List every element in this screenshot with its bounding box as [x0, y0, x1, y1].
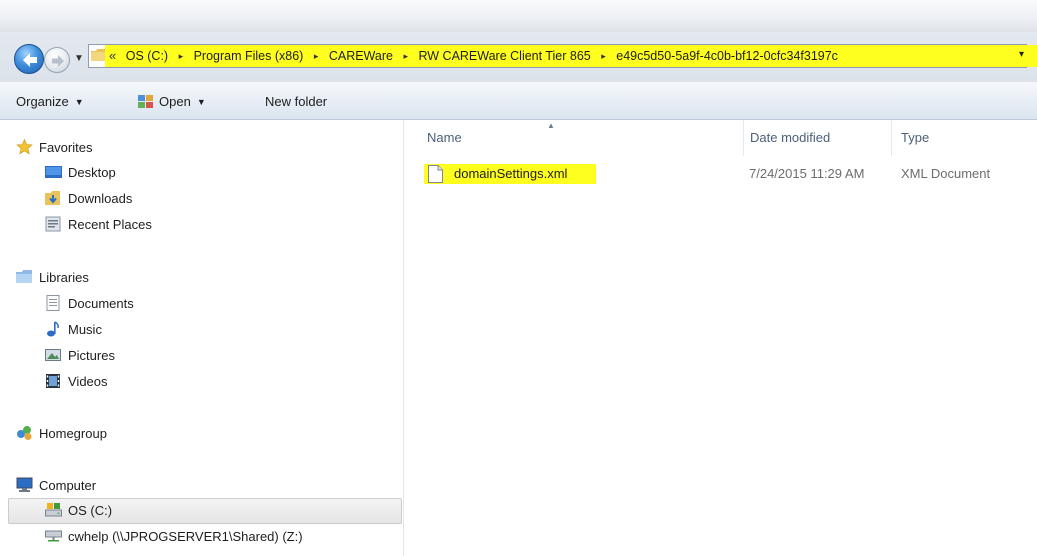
homegroup-icon [17, 426, 32, 440]
nav-item-label: Downloads [68, 191, 133, 206]
chevron-down-icon: ▼ [74, 97, 84, 107]
nav-item-label: Pictures [68, 348, 115, 363]
pictures-icon [45, 349, 61, 361]
network-drive-icon [45, 530, 62, 542]
forward-button[interactable] [44, 47, 70, 73]
nav-item-desktop[interactable]: Desktop [45, 162, 116, 184]
documents-icon [46, 295, 60, 311]
nav-libraries[interactable]: Libraries [16, 267, 89, 289]
command-toolbar: Organize ▼ Open ▼ New folder [0, 82, 1037, 120]
downloads-icon [45, 191, 60, 205]
back-arrow-icon [23, 53, 37, 67]
column-header-date-modified[interactable]: Date modified [750, 130, 830, 145]
organize-button[interactable]: Organize ▼ [16, 94, 84, 109]
organize-label: Organize [16, 94, 69, 109]
nav-homegroup-label: Homegroup [39, 426, 107, 441]
nav-item-label: Videos [68, 374, 108, 389]
breadcrumb-separator-icon[interactable]: ▸ [601, 48, 606, 64]
nav-item-label: OS (C:) [68, 503, 113, 518]
nav-item-label: Desktop [68, 165, 116, 180]
breadcrumb-item-program-files[interactable]: Program Files (x86) [194, 48, 304, 64]
sort-ascending-icon: ▲ [547, 121, 555, 130]
star-icon [16, 139, 33, 155]
file-name: domainSettings.xml [454, 166, 568, 181]
column-header-name[interactable]: Name [427, 130, 462, 145]
nav-item-network-drive[interactable]: cwhelp (\\JPROGSERVER1\Shared) (Z:) [45, 526, 303, 548]
breadcrumb-overflow-chevron[interactable]: « [109, 48, 116, 64]
computer-icon [16, 477, 33, 492]
open-label: Open [159, 94, 191, 109]
nav-homegroup[interactable]: Homegroup [16, 423, 107, 445]
column-header-type[interactable]: Type [901, 130, 929, 145]
nav-item-label: cwhelp (\\JPROGSERVER1\Shared) (Z:) [68, 529, 303, 544]
nav-item-videos[interactable]: Videos [45, 371, 108, 393]
open-with-icon [138, 95, 153, 108]
breadcrumb-item-os-drive[interactable]: OS (C:) [126, 48, 168, 64]
nav-computer[interactable]: Computer [16, 475, 96, 497]
file-date-modified: 7/24/2015 11:29 AM [749, 166, 865, 181]
xml-file-icon [428, 165, 443, 183]
drive-icon [45, 503, 62, 517]
column-divider[interactable] [743, 120, 744, 156]
desktop-icon [45, 166, 62, 178]
nav-item-os-drive[interactable]: OS (C:) [45, 500, 112, 522]
address-bar[interactable]: « OS (C:) ▸ Program Files (x86) ▸ CAREWa… [88, 44, 1037, 68]
nav-item-recent-places[interactable]: Recent Places [45, 214, 152, 236]
chevron-down-icon: ▼ [196, 97, 206, 107]
nav-favorites[interactable]: Favorites [16, 137, 92, 159]
nav-libraries-label: Libraries [39, 270, 89, 285]
library-icon [16, 270, 32, 283]
breadcrumb-item-guid-folder[interactable]: e49c5d50-5a9f-4c0b-bf12-0cfc34f3197c [616, 48, 838, 64]
nav-computer-label: Computer [39, 478, 97, 493]
file-row[interactable]: domainSettings.xml 7/24/2015 11:29 AM XM… [420, 160, 1037, 186]
nav-item-documents[interactable]: Documents [45, 293, 134, 315]
file-list-pane: Name ▲ Date modified Type domainSettings… [405, 120, 1037, 556]
nav-item-downloads[interactable]: Downloads [45, 188, 132, 210]
forward-arrow-icon [52, 55, 64, 67]
breadcrumb-separator-icon[interactable]: ▸ [179, 48, 184, 64]
breadcrumb-item-client-tier[interactable]: RW CAREWare Client Tier 865 [418, 48, 590, 64]
nav-favorites-label: Favorites [39, 140, 93, 155]
file-type: XML Document [901, 166, 991, 181]
breadcrumb-item-careware[interactable]: CAREWare [329, 48, 393, 64]
nav-item-music[interactable]: Music [45, 319, 102, 341]
breadcrumb-separator-icon[interactable]: ▸ [314, 48, 319, 64]
folder-icon [91, 49, 105, 61]
address-dropdown-icon[interactable]: ▾ [1019, 49, 1024, 60]
recent-places-icon [45, 216, 61, 232]
nav-item-label: Music [68, 322, 102, 337]
breadcrumb: « OS (C:) ▸ Program Files (x86) ▸ CAREWa… [109, 48, 838, 66]
new-folder-button[interactable]: New folder [265, 94, 327, 109]
nav-item-label: Documents [68, 296, 134, 311]
window-titlebar [0, 0, 1037, 32]
nav-item-label: Recent Places [68, 217, 152, 232]
open-button[interactable]: Open ▼ [138, 94, 206, 109]
back-button[interactable] [14, 44, 44, 74]
recent-pages-dropdown[interactable]: ▼ [72, 50, 86, 68]
music-icon [47, 321, 59, 337]
breadcrumb-separator-icon[interactable]: ▸ [403, 48, 408, 64]
nav-item-pictures[interactable]: Pictures [45, 345, 115, 367]
videos-icon [46, 374, 60, 388]
column-divider[interactable] [891, 120, 892, 156]
